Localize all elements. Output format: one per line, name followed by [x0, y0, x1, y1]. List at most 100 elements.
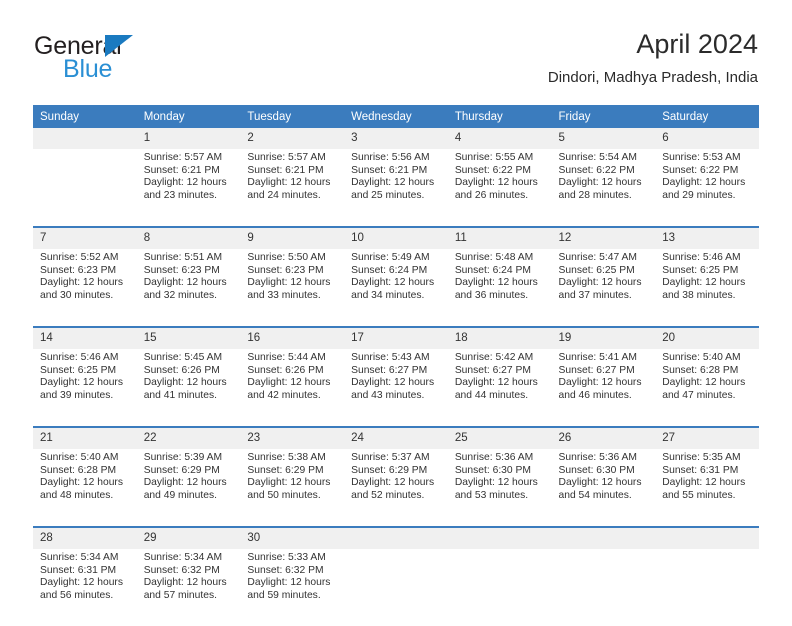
day-daylight2-text: and 30 minutes.	[40, 289, 114, 301]
day-number[interactable]: 5	[551, 128, 656, 149]
day-number[interactable]: 24	[344, 428, 448, 449]
day-daylight2-text: and 28 minutes.	[558, 189, 632, 201]
day-cell[interactable]: Sunrise: 5:41 AM Sunset: 6:27 PM Daylight:…	[551, 349, 656, 426]
day-cell[interactable]: Sunrise: 5:49 AM Sunset: 6:24 PM Daylight:…	[344, 249, 448, 326]
day-daylight1-text: Daylight: 12 hours	[351, 177, 435, 189]
day-cell[interactable]: Sunrise: 5:46 AM Sunset: 6:25 PM Daylight:…	[33, 349, 137, 426]
day-daylight2-text: and 55 minutes.	[662, 489, 736, 501]
day-daylight1-text: Daylight: 12 hours	[454, 377, 538, 389]
day-cell[interactable]: Sunrise: 5:40 AM Sunset: 6:28 PM Daylight:…	[33, 449, 137, 526]
day-cell[interactable]: Sunrise: 5:53 AM Sunset: 6:22 PM Daylight:…	[655, 149, 759, 226]
day-cell[interactable]: Sunrise: 5:50 AM Sunset: 6:23 PM Daylight:…	[240, 249, 345, 326]
day-daylight1-text: Daylight: 12 hours	[454, 177, 538, 189]
day-cell[interactable]: Sunrise: 5:54 AM Sunset: 6:22 PM Daylight:…	[551, 149, 656, 226]
day-number[interactable]: 8	[136, 228, 241, 249]
day-daylight1-text: Daylight: 12 hours	[247, 577, 331, 589]
day-number[interactable]: 2	[240, 128, 345, 149]
day-daylight1-text: Daylight: 12 hours	[247, 277, 331, 289]
day-number[interactable]: 14	[33, 328, 137, 349]
day-cell[interactable]: Sunrise: 5:37 AM Sunset: 6:29 PM Daylight:…	[344, 449, 448, 526]
day-sunrise-text: Sunrise: 5:42 AM	[454, 352, 534, 363]
day-cell[interactable]: Sunrise: 5:38 AM Sunset: 6:29 PM Daylight:…	[240, 449, 345, 526]
day-number[interactable]: 3	[344, 128, 448, 149]
day-number[interactable]: 17	[344, 328, 448, 349]
day-cell-empty	[655, 549, 759, 626]
day-cell[interactable]: Sunrise: 5:45 AM Sunset: 6:26 PM Daylight:…	[136, 349, 241, 426]
day-daylight2-text: and 52 minutes.	[351, 489, 425, 501]
day-cell[interactable]: Sunrise: 5:44 AM Sunset: 6:26 PM Daylight:…	[240, 349, 345, 426]
day-cell[interactable]: Sunrise: 5:51 AM Sunset: 6:23 PM Daylight:…	[136, 249, 241, 326]
day-cell[interactable]: Sunrise: 5:48 AM Sunset: 6:24 PM Daylight:…	[447, 249, 552, 326]
day-number[interactable]: 21	[33, 428, 137, 449]
day-cell[interactable]: Sunrise: 5:52 AM Sunset: 6:23 PM Daylight:…	[33, 249, 137, 326]
day-number[interactable]: 12	[551, 228, 656, 249]
day-cell[interactable]: Sunrise: 5:34 AM Sunset: 6:31 PM Daylight:…	[33, 549, 137, 626]
logo-text-blue: Blue	[63, 55, 113, 83]
day-number[interactable]: 23	[240, 428, 345, 449]
day-number[interactable]: 28	[33, 528, 137, 549]
day-daylight1-text: Daylight: 12 hours	[40, 377, 123, 389]
day-daylight2-text: and 25 minutes.	[351, 189, 425, 201]
day-sunset-text: Sunset: 6:30 PM	[454, 464, 531, 476]
day-cell[interactable]: Sunrise: 5:35 AM Sunset: 6:31 PM Daylight:…	[655, 449, 759, 526]
day-number[interactable]: 10	[344, 228, 448, 249]
day-daylight1-text: Daylight: 12 hours	[143, 377, 227, 389]
day-sunrise-text: Sunrise: 5:35 AM	[662, 452, 741, 463]
day-cell[interactable]: Sunrise: 5:36 AM Sunset: 6:30 PM Daylight:…	[551, 449, 656, 526]
day-sunrise-text: Sunrise: 5:46 AM	[40, 352, 119, 363]
day-number[interactable]: 26	[551, 428, 656, 449]
day-cell[interactable]: Sunrise: 5:34 AM Sunset: 6:32 PM Daylight:…	[136, 549, 241, 626]
day-cell[interactable]: Sunrise: 5:46 AM Sunset: 6:25 PM Daylight:…	[655, 249, 759, 326]
day-cell[interactable]: Sunrise: 5:42 AM Sunset: 6:27 PM Daylight:…	[447, 349, 552, 426]
day-number[interactable]: 27	[655, 428, 759, 449]
day-number[interactable]: 18	[447, 328, 552, 349]
generalblue-logo[interactable]: General Blue	[34, 32, 234, 88]
day-number[interactable]: 9	[240, 228, 345, 249]
day-daylight1-text: Daylight: 12 hours	[351, 377, 435, 389]
weekday-header-cell: Tuesday	[240, 105, 345, 128]
day-sunrise-text: Sunrise: 5:34 AM	[40, 552, 119, 563]
day-number[interactable]: 22	[136, 428, 241, 449]
day-cell[interactable]: Sunrise: 5:40 AM Sunset: 6:28 PM Daylight:…	[655, 349, 759, 426]
day-number[interactable]: 13	[655, 228, 759, 249]
day-daylight1-text: Daylight: 12 hours	[558, 177, 642, 189]
day-cell[interactable]: Sunrise: 5:57 AM Sunset: 6:21 PM Daylight:…	[240, 149, 345, 226]
day-cell[interactable]: Sunrise: 5:33 AM Sunset: 6:32 PM Daylight:…	[240, 549, 345, 626]
day-cell[interactable]: Sunrise: 5:43 AM Sunset: 6:27 PM Daylight:…	[344, 349, 448, 426]
day-number[interactable]: 20	[655, 328, 759, 349]
day-number[interactable]: 29	[136, 528, 241, 549]
day-number[interactable]: 30	[240, 528, 345, 549]
day-sunset-text: Sunset: 6:26 PM	[247, 364, 324, 376]
day-cell[interactable]: Sunrise: 5:56 AM Sunset: 6:21 PM Daylight:…	[344, 149, 448, 226]
day-cell[interactable]: Sunrise: 5:47 AM Sunset: 6:25 PM Daylight:…	[551, 249, 656, 326]
day-sunrise-text: Sunrise: 5:37 AM	[351, 452, 430, 463]
day-number-empty	[447, 528, 552, 549]
day-cell[interactable]: Sunrise: 5:36 AM Sunset: 6:30 PM Daylight:…	[447, 449, 552, 526]
day-number-row: 21 22 23 24 25 26 27	[33, 428, 759, 449]
day-number-empty	[33, 128, 137, 149]
weekday-header-cell: Monday	[136, 105, 241, 128]
day-number[interactable]: 25	[447, 428, 552, 449]
day-number[interactable]: 19	[551, 328, 656, 349]
day-sunrise-text: Sunrise: 5:47 AM	[558, 252, 637, 263]
day-cell[interactable]: Sunrise: 5:39 AM Sunset: 6:29 PM Daylight:…	[136, 449, 241, 526]
day-number[interactable]: 7	[33, 228, 137, 249]
day-number[interactable]: 16	[240, 328, 345, 349]
day-number[interactable]: 11	[447, 228, 552, 249]
day-detail-row: Sunrise: 5:57 AM Sunset: 6:21 PM Daylight:…	[33, 149, 759, 226]
day-cell-empty	[447, 549, 552, 626]
day-detail-row: Sunrise: 5:52 AM Sunset: 6:23 PM Daylight:…	[33, 249, 759, 326]
day-cell[interactable]: Sunrise: 5:55 AM Sunset: 6:22 PM Daylight:…	[447, 149, 552, 226]
day-cell[interactable]: Sunrise: 5:57 AM Sunset: 6:21 PM Daylight:…	[136, 149, 241, 226]
day-daylight1-text: Daylight: 12 hours	[40, 577, 123, 589]
day-daylight1-text: Daylight: 12 hours	[558, 477, 642, 489]
day-number[interactable]: 15	[136, 328, 241, 349]
day-number[interactable]: 4	[447, 128, 552, 149]
day-sunrise-text: Sunrise: 5:54 AM	[558, 152, 637, 163]
day-cell-empty	[344, 549, 448, 626]
day-number-row: 123456	[33, 128, 759, 149]
day-sunset-text: Sunset: 6:29 PM	[143, 464, 220, 476]
day-number[interactable]: 1	[136, 128, 241, 149]
day-daylight1-text: Daylight: 12 hours	[40, 477, 123, 489]
day-number[interactable]: 6	[655, 128, 759, 149]
